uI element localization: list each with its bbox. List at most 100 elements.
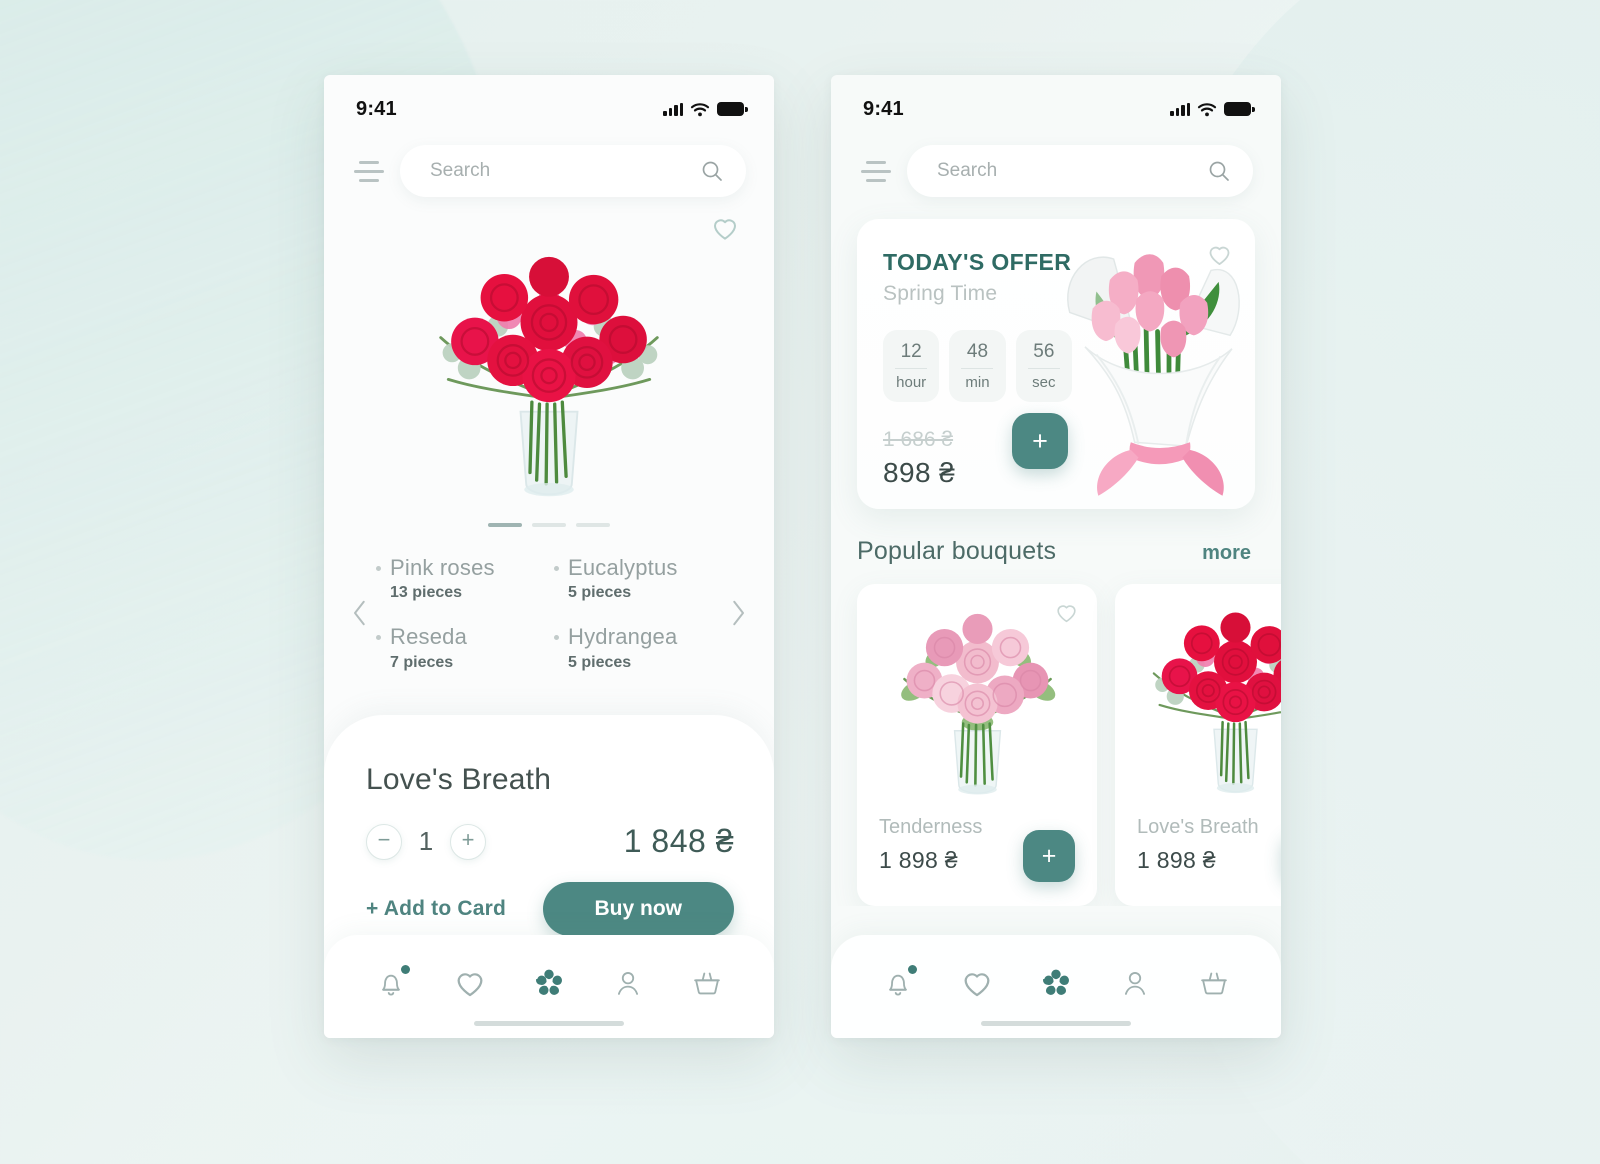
ingredient-qty: 5 pieces [568,653,632,671]
search-placeholder: Search [937,160,998,181]
ingredient-name: Eucalyptus [568,555,678,580]
status-indicators [663,102,748,117]
decrement-label: − [377,827,391,852]
ingredient-item: Eucalyptus 5 pieces [554,555,722,602]
nav-heart-icon[interactable] [453,966,487,1000]
nav-flower-icon[interactable] [532,966,566,1000]
nav-basket-icon[interactable] [690,966,724,1000]
status-indicators [1170,102,1255,117]
bullet-icon [376,635,381,641]
nav-bell-icon[interactable] [374,965,411,1000]
hamburger-menu-icon[interactable] [352,158,386,184]
status-bar: 9:41 [831,75,1281,131]
home-indicator [981,1021,1131,1026]
ingredient-item: Hydrangea 5 pieces [554,624,722,671]
ingredient-name: Reseda [390,624,468,650]
product-card[interactable]: Love's Breath 1 898 ₴ + [1115,584,1281,906]
product-sheet: Love's Breath − 1 + 1 848 ₴ + Add to Car… [324,715,774,965]
product-hero-image [324,237,774,517]
bottom-navigation [831,935,1281,1038]
heart-outline-icon[interactable] [1206,241,1233,268]
chevron-right-icon[interactable] [730,598,746,628]
ingredient-item: Pink roses 13 pieces [376,555,544,602]
popular-section-header: Popular bouquets more [831,509,1281,566]
bullet-icon [554,635,559,641]
divider [961,368,994,369]
product-price: 1 898 ₴ [1137,847,1216,873]
carousel-dot-1[interactable] [488,523,522,527]
nav-person-icon[interactable] [1118,966,1152,1000]
countdown-value: 12 [900,341,922,362]
battery-icon [717,102,748,116]
phone-screen-product-detail: 9:41 Search Pink roses 13 pieces Eucalyp… [324,75,774,1038]
nav-basket-icon[interactable] [1197,966,1231,1000]
offer-add-button[interactable]: + [1012,413,1068,469]
status-time: 9:41 [863,97,904,120]
ingredient-qty: 13 pieces [390,584,463,602]
bullet-icon [376,566,381,571]
carousel-dot-2[interactable] [532,523,566,527]
countdown-unit: min [965,374,990,391]
increment-button[interactable]: + [450,823,486,860]
battery-icon [1224,102,1255,116]
ingredient-qty: 7 pieces [390,653,454,671]
section-title: Popular bouquets [857,537,1057,565]
countdown-min: 48 min [949,330,1006,402]
buy-now-button[interactable]: Buy now [542,882,734,936]
home-indicator [474,1021,624,1026]
increment-label: + [461,827,475,852]
search-icon[interactable] [1207,159,1231,183]
red-roses-bouquet-illustration [1123,596,1282,811]
nav-person-icon[interactable] [611,966,645,1000]
countdown-unit: hour [896,374,927,391]
red-rose-bouquet-illustration [374,235,724,520]
ingredient-item: Reseda 7 pieces [376,624,544,671]
search-placeholder: Search [430,160,491,181]
heart-outline-icon[interactable] [1054,600,1079,625]
quantity-value: 1 [418,826,434,856]
action-row: + Add to Card Buy now [366,882,734,936]
chevron-left-icon[interactable] [352,598,368,628]
product-name: Love's Breath [1137,816,1259,838]
quantity-price-row: − 1 + 1 848 ₴ [366,823,734,860]
phone-screen-home-catalog: 9:41 Search TODAY'S OFFER Spring Time 12… [831,75,1281,1038]
nav-heart-icon[interactable] [960,966,994,1000]
status-bar: 9:41 [324,75,774,131]
search-input[interactable]: Search [907,145,1253,197]
countdown-value: 48 [966,341,989,362]
status-time: 9:41 [356,97,397,120]
nav-flower-icon[interactable] [1039,966,1073,1000]
countdown-hour: 12 hour [883,330,940,402]
ingredient-name: Hydrangea [568,624,678,650]
notification-badge [908,965,918,974]
cellular-signal-icon [663,102,683,116]
todays-offer-card[interactable]: TODAY'S OFFER Spring Time 12 hour 48 min… [857,219,1255,509]
nav-bell-icon[interactable] [881,965,918,1000]
bottom-navigation [324,935,774,1038]
quantity-stepper[interactable]: − 1 + [366,823,486,860]
wifi-icon [1197,102,1217,116]
pink-roses-bouquet-illustration [865,596,1090,811]
ingredient-qty: 5 pieces [568,584,632,602]
carousel-indicator[interactable] [324,523,774,527]
ingredient-name: Pink roses [390,555,495,580]
product-card-list[interactable]: Tenderness 1 898 ₴ + Love's Breath 1 898… [831,566,1281,906]
page-title: Love's Breath [366,763,552,796]
search-row: Search [324,131,774,197]
search-icon[interactable] [700,159,724,183]
product-card[interactable]: Tenderness 1 898 ₴ + [857,584,1097,906]
cellular-signal-icon [1170,102,1190,116]
more-link[interactable]: more [1202,542,1251,565]
carousel-dot-3[interactable] [576,523,610,527]
divider [895,368,928,369]
product-add-button[interactable]: + [1023,830,1075,882]
search-input[interactable]: Search [400,145,746,197]
search-row: Search [831,131,1281,197]
wifi-icon [690,102,710,116]
product-image [1115,584,1281,812]
hamburger-menu-icon[interactable] [859,158,893,184]
decrement-button[interactable]: − [366,823,402,860]
bullet-icon [554,566,559,571]
add-to-card-button[interactable]: + Add to Card [366,897,506,921]
product-price: 1 848 ₴ [623,823,734,859]
